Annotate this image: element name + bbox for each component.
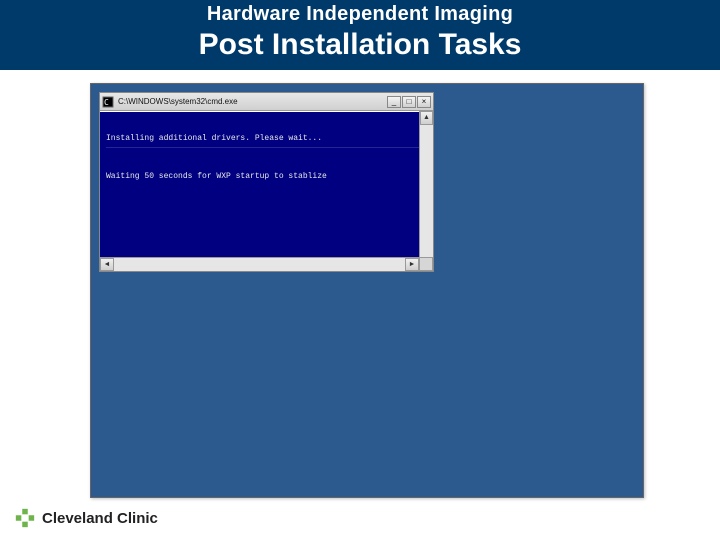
window-controls: _ □ × [387,96,431,108]
scrollbar-vertical[interactable]: ▲ ▼ [419,111,433,271]
minimize-button[interactable]: _ [387,96,401,108]
scroll-right-icon[interactable]: ► [405,258,419,271]
scroll-track-v[interactable] [420,125,433,257]
cmd-line-2: Waiting 50 seconds for WXP startup to st… [106,172,419,181]
scroll-up-icon[interactable]: ▲ [420,111,433,125]
title-block: Hardware Independent Imaging Post Instal… [0,0,720,70]
title-preheader: Hardware Independent Imaging [0,3,720,26]
maximize-button[interactable]: □ [402,96,416,108]
scroll-track-h[interactable] [114,258,405,271]
cleveland-clinic-icon [14,507,36,529]
desktop-screenshot: C C:\WINDOWS\system32\cmd.exe _ □ × Inst… [90,83,644,498]
brand-text: Cleveland Clinic [42,510,158,527]
cmd-body: Installing additional drivers. Please wa… [100,111,433,271]
cmd-titlebar[interactable]: C C:\WINDOWS\system32\cmd.exe _ □ × [100,93,433,111]
cmd-title-text: C:\WINDOWS\system32\cmd.exe [118,97,387,106]
scrollbar-horizontal[interactable]: ◄ ► [100,257,419,271]
slide: Hardware Independent Imaging Post Instal… [0,0,720,540]
cmd-output: Installing additional drivers. Please wa… [106,116,419,257]
brand-logo: Cleveland Clinic [14,507,158,529]
title-main: Post Installation Tasks [0,28,720,62]
cmd-window: C C:\WINDOWS\system32\cmd.exe _ □ × Inst… [99,92,434,272]
scroll-left-icon[interactable]: ◄ [100,258,114,271]
scrollbar-corner [419,257,433,271]
close-button[interactable]: × [417,96,431,108]
svg-text:C: C [104,98,109,107]
cmd-line-1: Installing additional drivers. Please wa… [106,134,419,148]
cmd-icon: C [102,96,114,108]
